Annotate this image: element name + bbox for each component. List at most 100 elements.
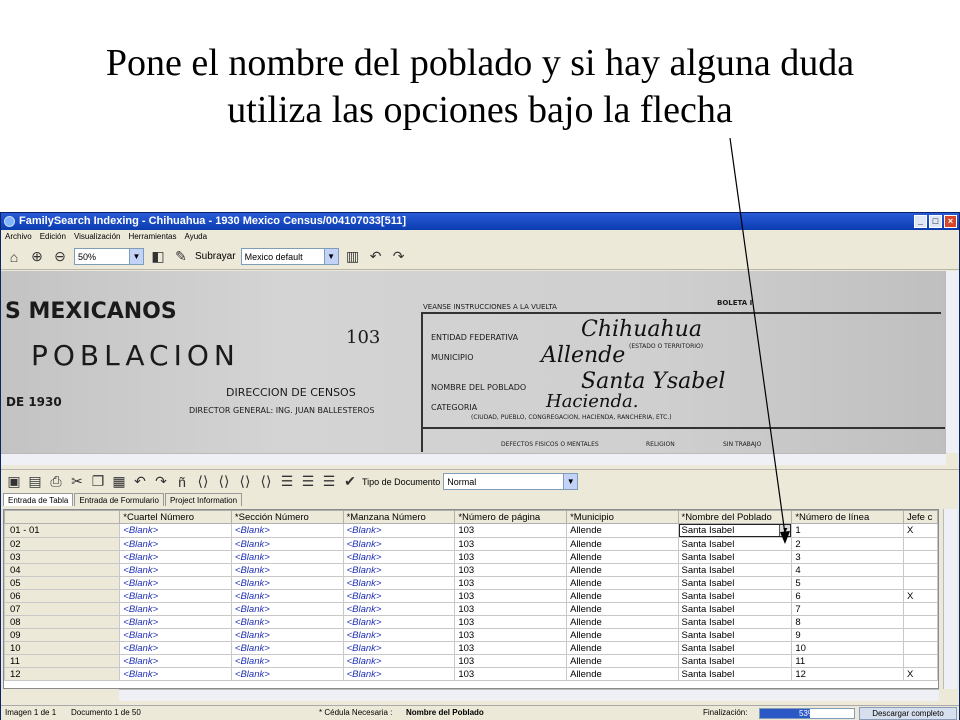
cell-nombre-poblado[interactable]: Santa Isabel	[677, 628, 793, 642]
cell-cuartel[interactable]: <Blank>	[119, 563, 232, 577]
cell-cuartel[interactable]: <Blank>	[119, 615, 232, 629]
cell-nombre-poblado[interactable]: Santa Isabel	[677, 602, 793, 616]
chevron-down-icon[interactable]: ▼	[323, 249, 338, 264]
chevron-down-icon[interactable]: ▼	[129, 249, 143, 264]
cell-municipio[interactable]: Allende	[566, 576, 679, 590]
cell-jefe[interactable]	[903, 654, 938, 668]
cell-municipio[interactable]: Allende	[566, 667, 679, 681]
row-id-cell[interactable]: 01 - 01	[4, 523, 121, 538]
cell-nombre-poblado[interactable]: Santa Isabel	[677, 550, 793, 564]
save-icon[interactable]: ▣	[5, 473, 23, 491]
cell-municipio[interactable]: Allende	[566, 641, 679, 655]
highlight-pen-icon[interactable]: ✎	[172, 248, 190, 266]
cell-municipio[interactable]: Allende	[566, 550, 679, 564]
chevron-down-icon[interactable]: ▼	[779, 525, 791, 536]
special-char-icon[interactable]: ñ	[173, 473, 191, 491]
row-id-cell[interactable]: 09	[4, 628, 121, 642]
download-complete-button[interactable]: Descargar completo	[859, 707, 957, 720]
rotate-left-icon[interactable]: ↶	[367, 248, 385, 266]
cell-linea[interactable]: 1	[791, 523, 904, 538]
row-id-cell[interactable]: 06	[4, 589, 121, 603]
book-icon[interactable]: ▥	[344, 248, 362, 266]
cell-seccion[interactable]: <Blank>	[230, 523, 344, 538]
cell-pagina[interactable]: 103	[454, 641, 568, 655]
table-row[interactable]: 05 <Blank> <Blank> <Blank> 103 Allende Santa I…	[4, 576, 938, 590]
cell-cuartel[interactable]: <Blank>	[119, 628, 232, 642]
cell-nombre-poblado[interactable]: Santa Isabel	[677, 576, 793, 590]
zoom-in-icon[interactable]: ⊕	[28, 248, 46, 266]
cell-jefe[interactable]	[903, 641, 938, 655]
cell-linea[interactable]: 5	[791, 576, 904, 590]
cell-manzana[interactable]: <Blank>	[342, 550, 456, 564]
cell-municipio[interactable]: Allende	[566, 615, 679, 629]
row-id-cell[interactable]: 04	[4, 563, 121, 577]
cell-nombre-poblado[interactable]: Santa Isabel	[677, 589, 793, 603]
cell-manzana[interactable]: <Blank>	[342, 628, 456, 642]
cell-nombre-poblado[interactable]: Santa Isabel ▼	[677, 523, 793, 538]
poblado-dropdown[interactable]: Santa Isabel ▼	[678, 524, 791, 537]
cell-pagina[interactable]: 103	[454, 523, 568, 538]
cell-seccion[interactable]: <Blank>	[230, 641, 344, 655]
menu-visualizacion[interactable]: Visualización	[74, 230, 121, 244]
image-vertical-scrollbar[interactable]	[945, 271, 959, 453]
rotate-right-icon[interactable]: ↷	[390, 248, 408, 266]
table-row[interactable]: 09 <Blank> <Blank> <Blank> 103 Allende Santa I…	[4, 628, 938, 642]
cell-cuartel[interactable]: <Blank>	[119, 589, 232, 603]
cell-municipio[interactable]: Allende	[566, 589, 679, 603]
table-row[interactable]: 07 <Blank> <Blank> <Blank> 103 Allende Santa I…	[4, 602, 938, 616]
row-id-cell[interactable]: 12	[4, 667, 121, 681]
cell-cuartel[interactable]: <Blank>	[119, 641, 232, 655]
cell-seccion[interactable]: <Blank>	[230, 550, 344, 564]
doc-type-select[interactable]: Normal ▼	[443, 473, 579, 490]
menu-archivo[interactable]: Archivo	[5, 230, 32, 244]
cell-manzana[interactable]: <Blank>	[342, 654, 456, 668]
cell-jefe[interactable]	[903, 537, 938, 551]
maximize-button[interactable]: □	[929, 215, 942, 228]
cell-linea[interactable]: 4	[791, 563, 904, 577]
cell-jefe[interactable]	[903, 550, 938, 564]
cell-linea[interactable]: 12	[791, 667, 904, 681]
cell-cuartel[interactable]: <Blank>	[119, 654, 232, 668]
copy-icon[interactable]: ❐	[89, 473, 107, 491]
cell-linea[interactable]: 7	[791, 602, 904, 616]
table-row[interactable]: 11 <Blank> <Blank> <Blank> 103 Allende Santa I…	[4, 654, 938, 668]
cell-pagina[interactable]: 103	[454, 563, 568, 577]
cell-cuartel[interactable]: <Blank>	[119, 537, 232, 551]
cell-jefe[interactable]: X	[903, 589, 938, 603]
cell-seccion[interactable]: <Blank>	[230, 576, 344, 590]
minimize-button[interactable]: _	[914, 215, 927, 228]
row-id-cell[interactable]: 05	[4, 576, 121, 590]
cell-nombre-poblado[interactable]: Santa Isabel	[677, 537, 793, 551]
header-manzana[interactable]: *Manzana Número	[342, 510, 456, 524]
cell-municipio[interactable]: Allende	[566, 563, 679, 577]
cell-seccion[interactable]: <Blank>	[230, 654, 344, 668]
tab-project-information[interactable]: Project Information	[164, 493, 243, 506]
insert-row-icon[interactable]: ☰	[278, 473, 296, 491]
table-horizontal-scrollbar[interactable]	[119, 689, 939, 701]
cell-linea[interactable]: 10	[791, 641, 904, 655]
print-icon[interactable]: ⎙	[47, 473, 65, 491]
window-titlebar[interactable]: FamilySearch Indexing - Chihuahua - 1930…	[1, 213, 959, 230]
cell-manzana[interactable]: <Blank>	[342, 576, 456, 590]
header-pagina[interactable]: *Número de página	[454, 510, 568, 524]
cell-municipio[interactable]: Allende	[566, 602, 679, 616]
table-row[interactable]: 01 - 01 <Blank> <Blank> <Blank> 103 Allende Sa…	[4, 523, 938, 538]
cell-jefe[interactable]	[903, 602, 938, 616]
header-municipio[interactable]: *Municipio	[566, 510, 679, 524]
cell-manzana[interactable]: <Blank>	[342, 589, 456, 603]
cell-cuartel[interactable]: <Blank>	[119, 602, 232, 616]
blank-record-icon[interactable]: ⟨⟩	[236, 473, 254, 491]
row-id-cell[interactable]: 08	[4, 615, 121, 629]
cell-linea[interactable]: 3	[791, 550, 904, 564]
menu-edicion[interactable]: Edición	[40, 230, 66, 244]
zoom-out-icon[interactable]: ⊖	[51, 248, 69, 266]
cell-cuartel[interactable]: <Blank>	[119, 667, 232, 681]
cell-pagina[interactable]: 103	[454, 576, 568, 590]
row-id-cell[interactable]: 11	[4, 654, 121, 668]
header-jefe[interactable]: Jefe c	[903, 510, 938, 524]
unreadable-record-icon[interactable]: ⟨⟩	[257, 473, 275, 491]
table-row[interactable]: 04 <Blank> <Blank> <Blank> 103 Allende Santa I…	[4, 563, 938, 577]
cell-municipio[interactable]: Allende	[566, 628, 679, 642]
invert-icon[interactable]: ◧	[149, 248, 167, 266]
cell-linea[interactable]: 6	[791, 589, 904, 603]
